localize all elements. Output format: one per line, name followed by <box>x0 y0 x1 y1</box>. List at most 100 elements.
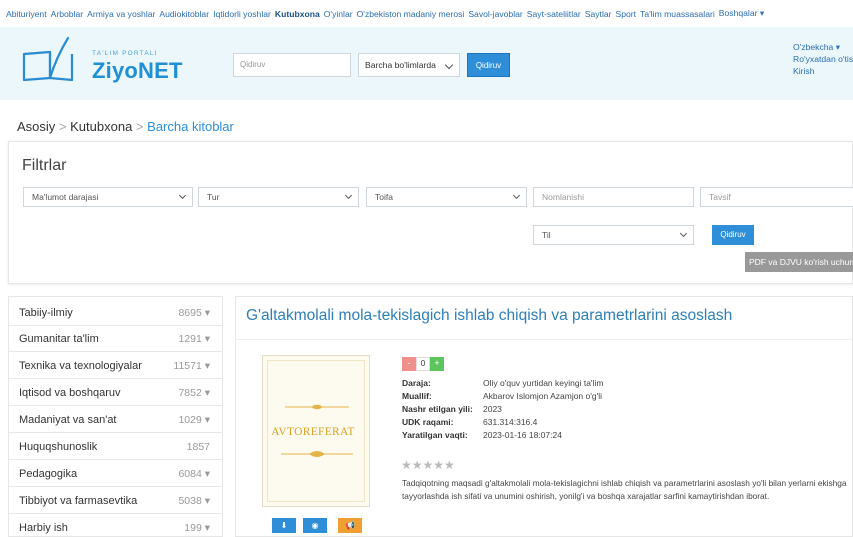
cover-ornament-top-icon <box>285 404 349 410</box>
logo-tagline: TA'LIM PORTALI <box>92 50 158 57</box>
sidebar-item-count: 1029 ▾ <box>178 414 210 426</box>
sidebar-item-pedagogika[interactable]: Pedagogika 6084 ▾ <box>9 462 222 487</box>
sidebar-item-gumanitar[interactable]: Gumanitar ta'lim 1291 ▾ <box>9 327 222 352</box>
rating-stars[interactable]: ★★★★★ <box>401 458 455 472</box>
top-navigation: Abituriyent Arboblar Armiya va yoshlar A… <box>0 0 853 27</box>
breadcrumb-library[interactable]: Kutubxona <box>70 119 132 134</box>
filter-search-button[interactable]: Qidiruv <box>712 225 754 245</box>
title-divider <box>235 339 853 340</box>
pdf-viewer-button[interactable]: PDF va DJVU ko'rish uchun <box>745 252 853 272</box>
chevron-down-icon <box>679 229 688 238</box>
field-value-level: Oliy o'quv yurtidan keyingi ta'lim <box>483 378 604 388</box>
sidebar-item-label: Gumanitar ta'lim <box>19 333 99 345</box>
nav-item-iqtidorli[interactable]: Iqtidorli yoshlar <box>213 9 271 19</box>
sidebar-item-tibbiyot[interactable]: Tibbiyot va farmasevtika 5038 ▾ <box>9 489 222 514</box>
field-label-author: Muallif: <box>402 391 432 401</box>
cover-title: AVTOREFERAT <box>271 426 355 438</box>
book-description: Tadqiqotning maqsadi g'altakmolali mola-… <box>402 478 847 501</box>
sidebar-item-tabiiy-ilmiy[interactable]: Tabiiy-ilmiy 8695 ▾ <box>9 301 222 326</box>
sidebar-item-count: 1291 ▾ <box>178 333 210 345</box>
field-value-created: 2023-01-16 18:07:24 <box>483 430 562 440</box>
nav-item-saytlar[interactable]: Saytlar <box>585 9 612 19</box>
book-title[interactable]: G'altakmolali mola-tekislagich ishlab ch… <box>246 307 732 325</box>
sidebar-item-label: Iqtisod va boshqaruv <box>19 387 121 399</box>
eye-icon: ◉ <box>311 521 319 530</box>
cover-ornament-bottom-icon <box>281 451 353 457</box>
sidebar-item-texnika[interactable]: Texnika va texnologiyalar 11571 ▾ <box>9 354 222 379</box>
sidebar-item-count: 6084 ▾ <box>178 468 210 480</box>
field-label-level: Daraja: <box>402 378 431 388</box>
level-select-label: Ma'lumot darajasi <box>32 192 99 202</box>
book-cover[interactable]: AVTOREFERAT <box>262 355 370 507</box>
register-link[interactable]: Ro'yxatdan o'tish <box>793 53 853 65</box>
search-button[interactable]: Qidiruv <box>467 53 510 77</box>
sidebar-item-count: 7852 ▾ <box>178 387 210 399</box>
category-select-label: Toifa <box>375 192 393 202</box>
search-scope-select[interactable]: Barcha bo'limlarda <box>358 53 460 77</box>
description-input[interactable]: Tavsif <box>700 187 853 207</box>
sidebar-item-huquqshunoslik[interactable]: Huquqshunoslik 1857 <box>9 435 222 460</box>
sidebar-item-iqtisod[interactable]: Iqtisod va boshqaruv 7852 ▾ <box>9 381 222 406</box>
breadcrumb-current[interactable]: Barcha kitoblar <box>147 119 234 134</box>
nav-item-sport[interactable]: Sport <box>616 9 637 19</box>
nav-item-armiya[interactable]: Armiya va yoshlar <box>87 9 155 19</box>
type-select-label: Tur <box>207 192 220 202</box>
language-selector[interactable]: O'zbekcha ▾ <box>793 41 853 53</box>
nav-item-sayt-sateliitlar[interactable]: Sayt-sateliitlar <box>527 9 581 19</box>
name-input[interactable]: Nomlanishi <box>533 187 694 207</box>
chevron-down-icon <box>178 191 187 200</box>
breadcrumb: Asosiy > Kutubxona > Barcha kitoblar <box>17 119 234 134</box>
download-icon: ⬇ <box>280 521 288 530</box>
sidebar-item-label: Pedagogika <box>19 468 78 480</box>
breadcrumb-separator: > <box>58 119 71 134</box>
login-link[interactable]: Kirish <box>793 65 853 77</box>
sidebar-item-count: 1857 <box>186 441 210 453</box>
nav-item-abituriyent[interactable]: Abituriyent <box>6 9 47 19</box>
field-value-year: 2023 <box>483 404 502 414</box>
chevron-down-icon <box>344 191 353 200</box>
book-logo-icon <box>22 36 74 82</box>
logo-wordmark: ZiyoNET <box>92 58 183 83</box>
chevron-down-icon <box>444 60 454 70</box>
sidebar-item-label: Texnika va texnologiyalar <box>19 360 142 372</box>
nav-item-kutubxona[interactable]: Kutubxona <box>275 9 320 19</box>
download-button[interactable]: ⬇ <box>272 518 296 533</box>
nav-item-oyinlar[interactable]: O'yinlar <box>324 9 353 19</box>
sidebar-item-label: Tibbiyot va farmasevtika <box>19 495 138 507</box>
language-select-label: Til <box>542 230 551 240</box>
breadcrumb-home[interactable]: Asosiy <box>17 119 55 134</box>
sidebar-item-harbiy[interactable]: Harbiy ish 199 ▾ <box>9 516 222 536</box>
category-select[interactable]: Toifa <box>366 187 527 207</box>
filters-panel: Filtrlar Ma'lumot darajasi Tur Toifa Nom… <box>8 141 853 284</box>
sidebar-item-count: 11571 ▾ <box>173 360 210 372</box>
vote-up-button[interactable]: + <box>430 357 444 371</box>
search-scope-label: Barcha bo'limlarda <box>365 60 436 70</box>
nav-item-talim-muassasalari[interactable]: Ta'lim muassasalari <box>640 9 715 19</box>
sidebar-item-count: 8695 ▾ <box>178 307 210 319</box>
breadcrumb-separator: > <box>135 119 148 134</box>
view-button[interactable]: ◉ <box>303 518 327 533</box>
search-input[interactable]: Qidiruv <box>233 53 351 77</box>
field-label-udk: UDK raqami: <box>402 417 454 427</box>
nav-item-boshqalar[interactable]: Boshqalar ▾ <box>719 8 764 19</box>
filters-title: Filtrlar <box>22 157 67 174</box>
chevron-down-icon <box>512 191 521 200</box>
sidebar-item-madaniyat[interactable]: Madaniyat va san'at 1029 ▾ <box>9 408 222 433</box>
level-select[interactable]: Ma'lumot darajasi <box>23 187 193 207</box>
sidebar-item-label: Huquqshunoslik <box>19 441 98 453</box>
sidebar-item-count: 5038 ▾ <box>178 495 210 507</box>
vote-down-button[interactable]: - <box>402 357 416 371</box>
site-header: TA'LIM PORTALI ZiyoNET Qidiruv Barcha bo… <box>0 27 853 100</box>
nav-item-arboblar[interactable]: Arboblar <box>51 9 83 19</box>
nav-item-madaniy-meros[interactable]: O'zbekiston madaniy merosi <box>357 9 465 19</box>
vote-count: 0 <box>416 357 430 371</box>
nav-item-savol-javoblar[interactable]: Savol-javoblar <box>468 9 522 19</box>
report-button[interactable]: 📢 <box>338 518 362 533</box>
category-sidebar: Tabiiy-ilmiy 8695 ▾ Gumanitar ta'lim 129… <box>8 296 223 537</box>
nav-item-audiokitoblar[interactable]: Audiokitoblar <box>159 9 209 19</box>
language-select[interactable]: Til <box>533 225 694 245</box>
sidebar-item-label: Tabiiy-ilmiy <box>19 307 73 319</box>
ziyonet-logo[interactable]: TA'LIM PORTALI ZiyoNET <box>20 34 182 89</box>
field-label-year: Nashr etilgan yili: <box>402 404 473 414</box>
type-select[interactable]: Tur <box>198 187 359 207</box>
